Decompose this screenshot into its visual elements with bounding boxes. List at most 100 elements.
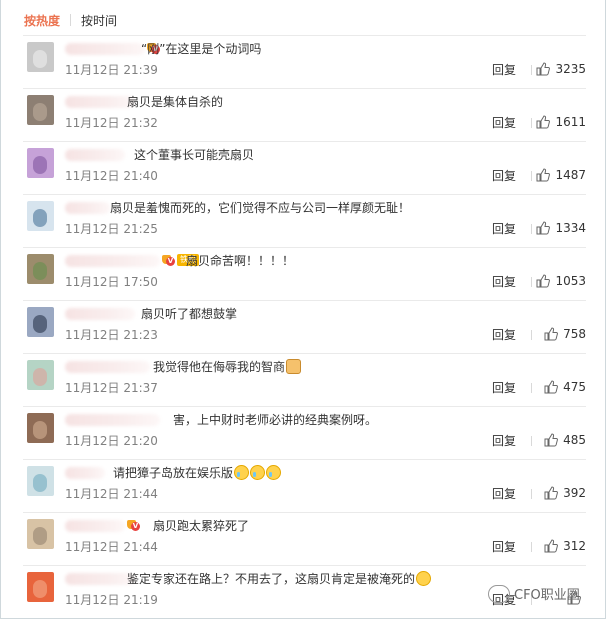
comment-item: 扇贝是集体自杀的 11月12日 21:32 回复 1611 [23,88,586,141]
comment-item: V 扇贝跑太累猝死了 11月12日 21:44 回复 312 [23,512,586,565]
tab-divider [70,14,72,26]
username-blurred[interactable] [65,467,105,479]
thumbs-up-icon [544,433,563,447]
comment-text-line: 扇贝是羞愧而死的，它们觉得不应与公司一样厚颜无耻！ [110,199,410,217]
action-divider [531,224,532,234]
reply-button[interactable]: 回复 [492,62,516,78]
comment-time: 11月12日 21:23 [65,328,158,342]
reply-button[interactable]: 回复 [492,327,516,343]
comment-text-line: “刚”在这里是个动词吗 [141,40,261,58]
reply-button[interactable]: 回复 [492,380,516,396]
tab-sort-by-heat[interactable]: 按热度 [24,12,60,29]
crying-emoji-icon [234,465,250,480]
vip-badge-icon: V [127,519,141,532]
comment-time: 11月12日 21:19 [65,593,158,607]
action-divider [531,65,532,75]
thumbs-up-icon [536,115,555,129]
username-blurred[interactable] [65,255,160,267]
like-count: 3235 [555,62,586,76]
thumbs-up-icon [544,539,563,553]
avatar[interactable] [27,572,54,602]
comment-text: 扇贝听了都想鼓掌 [141,307,238,321]
like-count: 1611 [555,115,586,129]
like-count: 485 [563,433,586,447]
avatar[interactable] [27,254,54,284]
avatar[interactable] [27,201,54,231]
comment-text-line: 鉴定专家还在路上？不用去了，这扇贝肯定是被淹死的 [127,570,432,588]
reply-button[interactable]: 回复 [492,274,516,290]
watermark: CFO职业圈 [488,584,580,603]
comment-text: 鉴定专家还在路上？不用去了，这扇贝肯定是被淹死的 [127,572,416,586]
like-button[interactable]: 392 [544,485,586,501]
comment-text: “刚”在这里是个动词吗 [141,42,262,56]
avatar[interactable] [27,466,54,496]
avatar[interactable] [27,95,54,125]
action-divider [531,330,532,340]
like-button[interactable]: 485 [544,432,586,448]
thumbs-up-icon [536,274,555,288]
reply-button[interactable]: 回复 [492,168,516,184]
comment-time: 11月12日 21:25 [65,222,158,236]
reply-button[interactable]: 回复 [492,115,516,131]
username-blurred[interactable] [65,414,160,426]
avatar[interactable] [27,413,54,443]
comment-item: 扇贝听了都想鼓掌 11月12日 21:23 回复 758 [23,300,586,353]
comment-time: 11月12日 21:44 [65,540,158,554]
comment-time: 11月12日 21:32 [65,116,158,130]
username-blurred[interactable] [65,308,135,320]
username-blurred[interactable] [65,202,110,214]
comment-text-line: 扇贝命苦啊！！！！ [186,252,294,270]
action-divider [531,118,532,128]
comment-time: 11月12日 21:44 [65,487,158,501]
comment-time: 11月12日 21:37 [65,381,158,395]
comment-item: 这个董事长可能壳扇贝 11月12日 21:40 回复 1487 [23,141,586,194]
avatar[interactable] [27,360,54,390]
like-button[interactable]: 758 [544,326,586,342]
crying-emoji-icon [266,465,282,480]
reply-button[interactable]: 回复 [492,539,516,555]
username-blurred[interactable] [65,96,135,108]
comment-text-line: 我觉得他在侮辱我的智商 [153,358,302,376]
avatar[interactable] [27,307,54,337]
like-count: 1487 [555,168,586,182]
username-blurred[interactable] [65,149,125,161]
avatar[interactable] [27,148,54,178]
comment-text-line: 扇贝跑太累猝死了 [153,517,249,535]
like-button[interactable]: 1611 [536,114,586,130]
avatar[interactable] [27,42,54,72]
comment-item: 请把獐子岛放在娱乐版 11月12日 21:44 回复 392 [23,459,586,512]
reply-button[interactable]: 回复 [492,486,516,502]
username-blurred[interactable] [65,361,150,373]
like-button[interactable]: 3235 [536,61,586,77]
comment-item: 扇贝是羞愧而死的，它们觉得不应与公司一样厚颜无耻！ 11月12日 21:25 回复 1… [23,194,586,247]
username-blurred[interactable] [65,43,145,55]
comment-text: 这个董事长可能壳扇贝 [134,148,255,162]
like-button[interactable]: 475 [544,379,586,395]
username-blurred[interactable] [65,520,125,532]
comment-text: 请把獐子岛放在娱乐版 [113,466,234,480]
emoji-icon [286,359,302,374]
action-divider [531,277,532,287]
emoji-icon [416,571,432,586]
comment-time: 11月12日 17:50 [65,275,158,289]
like-button[interactable]: 312 [544,538,586,554]
reply-button[interactable]: 回复 [492,433,516,449]
comment-time: 11月12日 21:39 [65,63,158,77]
like-count: 312 [563,539,586,553]
like-button[interactable]: 1334 [536,220,586,236]
tab-sort-by-time[interactable]: 按时间 [81,12,117,29]
thumbs-up-icon [544,380,563,394]
thumbs-up-icon [544,486,563,500]
action-divider [531,489,532,499]
action-divider [531,436,532,446]
thumbs-up-icon [536,168,555,182]
comment-text-line: 扇贝是集体自杀的 [127,93,223,111]
like-button[interactable]: 1487 [536,167,586,183]
comment-panel: 按热度 按时间 V “刚”在这里是个动词吗 11月12日 21:39 回复 3235 扇贝… [0,0,606,619]
like-button[interactable]: 1053 [536,273,586,289]
crying-emoji-icon [250,465,266,480]
comment-text: 扇贝是集体自杀的 [127,95,224,109]
reply-button[interactable]: 回复 [492,221,516,237]
avatar[interactable] [27,519,54,549]
username-blurred[interactable] [65,573,135,585]
